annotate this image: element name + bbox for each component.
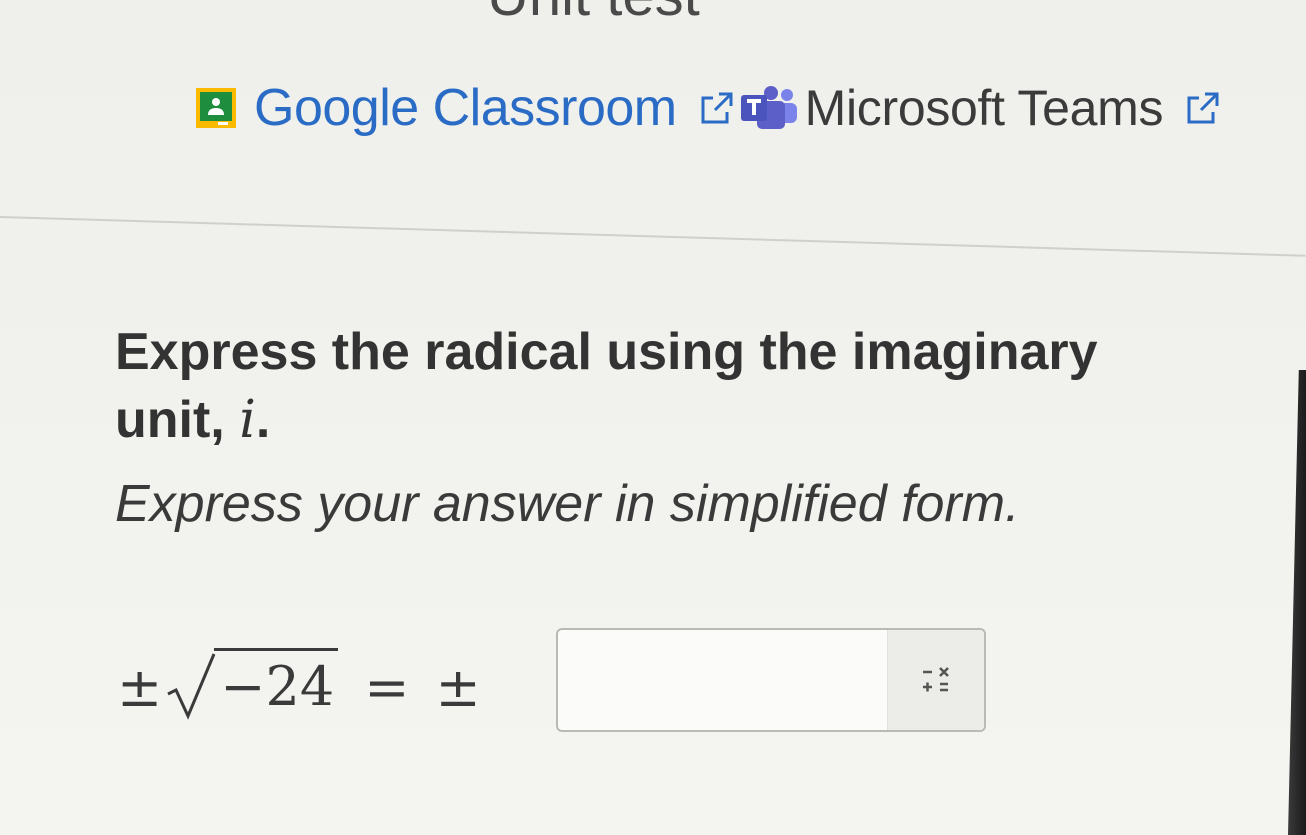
external-link-icon (1187, 92, 1219, 124)
external-link-icon (701, 92, 733, 124)
google-classroom-icon (196, 88, 236, 128)
prompt-end: . (255, 391, 271, 449)
microsoft-teams-share-link[interactable]: Microsoft Teams (737, 79, 1224, 137)
math-keypad-icon (923, 667, 949, 692)
question-prompt: Express the radical using the imaginary … (115, 318, 1115, 454)
screen-bezel-edge (1288, 370, 1306, 835)
radicand: −24 (214, 648, 339, 718)
equation: ± −24 = ± (117, 648, 481, 722)
math-keyboard-button[interactable] (887, 630, 984, 730)
question-instruction: Express your answer in simplified form. (115, 475, 1020, 533)
google-classroom-label: Google Classroom (254, 79, 677, 137)
page-title: Unit test (487, 0, 700, 29)
plus-minus-sign-right: ± (435, 655, 481, 719)
plus-minus-sign: ± (117, 655, 163, 719)
google-classroom-share-link[interactable]: Google Classroom (196, 78, 737, 138)
section-divider (0, 216, 1306, 257)
microsoft-teams-icon (740, 86, 797, 129)
radical-sign-icon (167, 653, 216, 720)
share-bar: Google Classroom Microsoft Teams (196, 78, 1223, 138)
imaginary-unit-variable: i (239, 390, 256, 450)
equals-sign: = (364, 655, 410, 719)
microsoft-teams-label: Microsoft Teams (804, 80, 1164, 136)
answer-input[interactable] (556, 628, 986, 732)
